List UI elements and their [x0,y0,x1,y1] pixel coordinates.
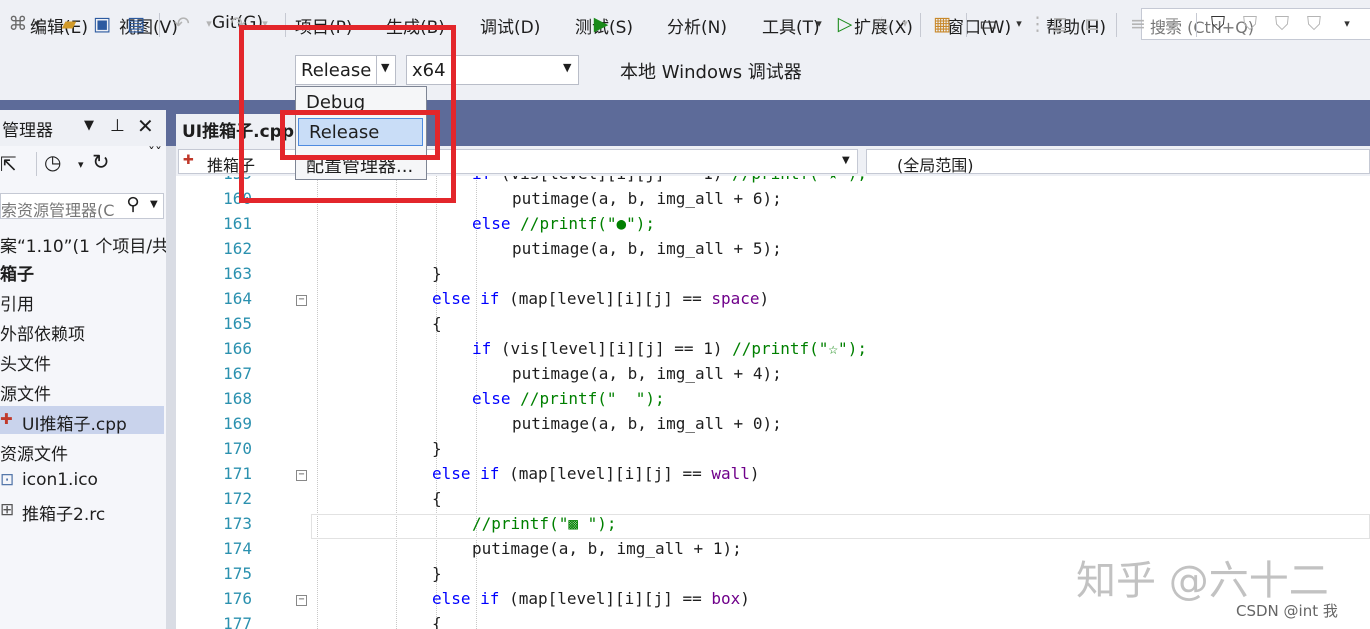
refresh-icon[interactable]: ↻ [92,150,110,174]
toolbar-separator [966,13,967,37]
start-without-debug-icon[interactable]: ▷ [834,12,856,36]
tree-item-references[interactable]: 引用 [0,290,34,315]
menu-analyze[interactable]: 分析(N) [667,13,727,38]
uncomment-icon[interactable]: ≣ [1160,12,1184,36]
menu-tools[interactable]: 工具(T) [762,13,820,38]
step-icon[interactable]: ⋮ [1028,12,1047,36]
tree-item-solution[interactable]: 案“1.10”(1 个项目/共 [0,232,169,257]
collapse-icon[interactable]: − [296,470,307,481]
csdn-watermark: CSDN @int 我 [1236,602,1338,620]
start-debug-icon[interactable]: ▶ [590,12,612,36]
solution-search-placeholder: 索资源管理器(C [1,201,115,220]
outdent-icon[interactable]: ⊑ [1048,12,1072,36]
tree-item-resource-files[interactable]: 资源文件 [0,440,68,465]
history-icon[interactable]: ◷ [44,150,61,174]
chevron-down-icon[interactable]: ▼ [150,199,158,210]
zhihu-watermark: 知乎 @六十二 [1076,558,1329,604]
toolbar-separator [1196,13,1197,37]
chevron-down-icon[interactable]: ▾ [812,12,826,36]
more-icon[interactable]: ˇˇ [148,146,162,162]
code-line: 166 if (vis[level][i][j] == 1) //printf("… [223,339,867,358]
tree-item-external-deps[interactable]: 外部依赖项 [0,320,85,345]
clear-bookmarks-icon[interactable]: ⛉ [1302,12,1326,36]
code-line: 168 else //printf(" "); [223,389,665,408]
sidebar-splitter[interactable] [166,146,176,629]
comment-icon[interactable]: ≡ [1126,12,1150,36]
new-project-icon[interactable]: ⌘ [6,12,30,36]
code-line: 165{ [223,314,442,333]
hot-reload-icon[interactable]: ♨ [870,12,894,36]
chevron-down-icon[interactable]: ▾ [1012,12,1026,36]
global-scope-value: (全局范围) [897,156,974,175]
tree-item-icon-file[interactable]: icon1.ico [22,470,98,490]
tree-item-source-files[interactable]: 源文件 [0,380,51,405]
prev-bookmark-icon[interactable]: ⛉ [1238,12,1262,36]
highlight-box-release [280,110,440,160]
code-line: 172{ [223,489,442,508]
code-line: 167 putimage(a, b, img_all + 4); [223,364,782,383]
code-line: 169 putimage(a, b, img_all + 0); [223,414,782,433]
code-line: 164− else if (map[level][i][j] == space) [223,289,770,308]
code-line: 162 putimage(a, b, img_all + 5); [223,239,782,258]
chevron-down-icon[interactable]: ▾ [898,12,912,36]
chevron-down-icon[interactable]: ▾ [78,158,84,171]
pin-icon[interactable]: ⊥ [110,116,125,136]
code-line: 171− else if (map[level][i][j] == wall) [223,464,760,483]
bookmark-icon[interactable]: ⛉ [1206,12,1230,36]
indent-icon[interactable]: ⊏ [1080,12,1104,36]
chevron-down-icon[interactable]: ▾ [30,12,44,36]
toolbar-separator [920,13,921,37]
menu-debug[interactable]: 调试(D) [480,13,540,38]
chevron-down-icon[interactable]: ▼ [842,155,850,166]
debugger-label[interactable]: 本地 Windows 调试器 [620,58,802,84]
tree-item-cpp-file[interactable]: UI推箱子.cpp [22,410,127,435]
solution-folder-icon[interactable]: ▦ [930,12,954,36]
rc-file-icon: ⊞ [0,500,15,520]
code-line: 161 else //printf("●"); [223,214,656,233]
next-bookmark-icon[interactable]: ⛉ [1270,12,1294,36]
undo-icon[interactable]: ↶ [170,12,194,36]
toolbar-separator [1116,13,1117,37]
solution-explorer-title: 管理器 [2,121,53,141]
toolbar-separator [36,152,37,176]
save-all-icon[interactable]: ▤ [124,12,148,36]
search-icon[interactable]: ⚲ [119,194,147,218]
chevron-down-icon[interactable]: ▼ [563,61,571,74]
toolbar-separator [159,13,160,37]
save-icon[interactable]: ▣ [90,12,114,36]
image-file-icon: ⊡ [0,470,15,490]
solution-search-input[interactable]: 索资源管理器(C ⚲ ▼ [0,193,164,220]
tree-item-project[interactable]: 箱子 [0,260,34,285]
chevron-down-icon[interactable]: ▾ [1340,12,1354,36]
code-line: 170} [223,439,442,458]
global-scope-select[interactable]: (全局范围) [866,149,1370,175]
close-icon[interactable]: ✕ [137,114,154,138]
cpp-file-icon: ✚ [183,153,194,168]
tree-item-rc-file[interactable]: 推箱子2.rc [22,500,105,525]
chevron-down-icon[interactable]: ▾ [202,12,216,36]
window-layout-icon[interactable]: ▭ [976,12,1000,36]
code-line: 177{ [223,614,442,629]
chevron-down-icon[interactable]: ▼ [84,118,94,133]
open-folder-icon[interactable]: ▰ [57,12,81,36]
cpp-file-icon: ✚ [0,410,13,428]
sync-icon[interactable]: ⇱ [0,152,17,176]
tree-item-header-files[interactable]: 头文件 [0,350,51,375]
code-line: 163} [223,264,442,283]
code-line: 173//printf("▩ "); [223,514,617,533]
collapse-icon[interactable]: − [296,295,307,306]
collapse-icon[interactable]: − [296,595,307,606]
